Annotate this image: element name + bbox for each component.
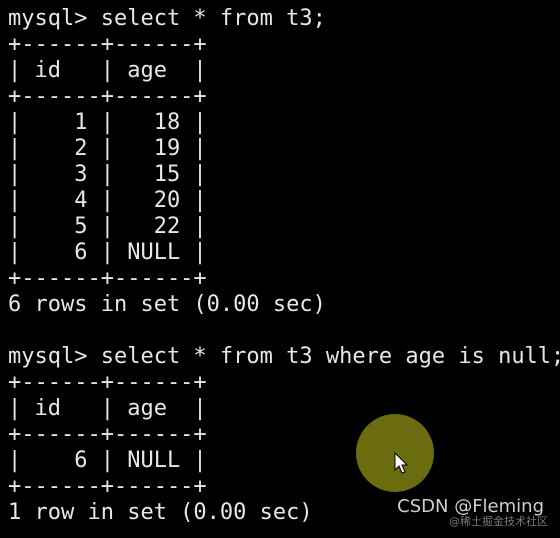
mouse-pointer-icon	[394, 452, 408, 474]
table-border: +------+------+	[8, 84, 207, 109]
table-border: +------+------+	[8, 422, 207, 447]
table-header-row: | id | age |	[8, 396, 207, 421]
table-row: | 6 | NULL |	[8, 240, 207, 265]
command-line: mysql> select * from t3;	[8, 6, 326, 31]
result-summary: 6 rows in set (0.00 sec)	[8, 292, 326, 317]
table-border: +------+------+	[8, 266, 207, 291]
table-border: +------+------+	[8, 370, 207, 395]
table-row: | 4 | 20 |	[8, 188, 207, 213]
table-row: | 5 | 22 |	[8, 214, 207, 239]
table-header-row: | id | age |	[8, 58, 207, 83]
table-row: | 1 | 18 |	[8, 110, 207, 135]
table-row: | 6 | NULL |	[8, 448, 207, 473]
table-border: +------+------+	[8, 32, 207, 57]
terminal-output: mysql> select * from t3; +------+------+…	[8, 6, 560, 526]
watermark-subtext: @稀土掘金技术社区	[449, 515, 548, 528]
table-row: | 2 | 19 |	[8, 136, 207, 161]
table-row: | 3 | 15 |	[8, 162, 207, 187]
command-line: mysql> select * from t3 where age is nul…	[8, 344, 560, 369]
terminal-window[interactable]: mysql> select * from t3; +------+------+…	[0, 0, 560, 538]
